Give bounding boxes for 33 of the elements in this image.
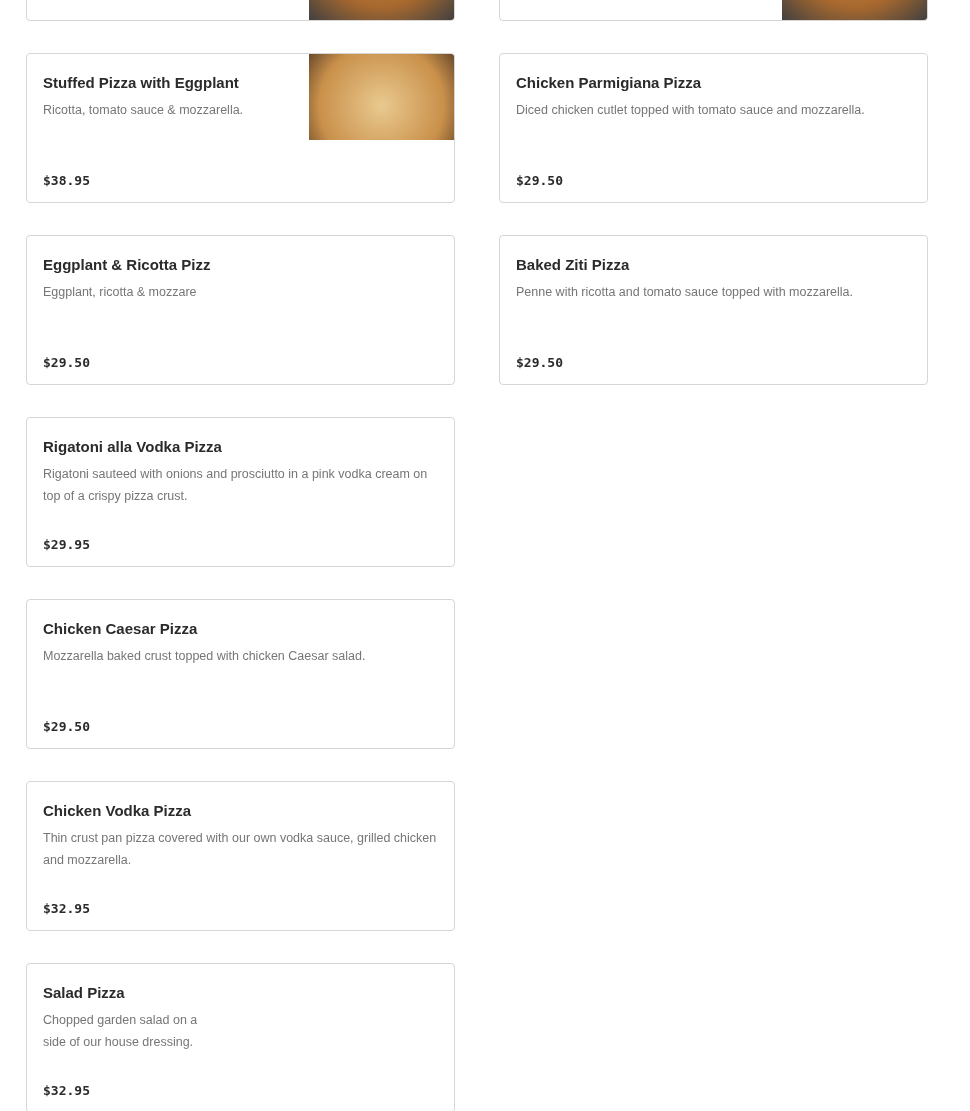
item-description: Diced chicken cutlet topped with tomato sauce and mozzarella. bbox=[516, 102, 866, 119]
item-name: Chicken Caesar Pizza bbox=[43, 619, 199, 639]
item-price: $29.50 bbox=[43, 719, 91, 734]
item-description: Penne with ricotta and tomato sauce topped with mozzarella. bbox=[516, 284, 854, 301]
item-description: side of our house dressing. bbox=[43, 1034, 195, 1051]
item-price: $29.50 bbox=[516, 173, 564, 188]
item-name: Rigatoni alla Vodka Pizza bbox=[43, 437, 223, 457]
item-description: Thin crust pan pizza covered with our own vodka sauce, grilled chicken and mozzarella. bbox=[43, 830, 438, 869]
item-price: $29.50 bbox=[516, 355, 564, 370]
menu-item-card[interactable]: Stuffed Pizza with Eggplant Ricotta, tomato sauce & mozzarella. $38.95 bbox=[26, 53, 455, 203]
menu-item-card[interactable]: Eggplant & Ricotta Pizz Eggplant, ricotta & mozzare $29.50 bbox=[26, 235, 455, 385]
menu-item-card[interactable]: Chicken Vodka Pizza Thin crust pan pizza covered with our own vodka sauce, grilled chicken and mozzarella. $32.95 bbox=[26, 781, 455, 931]
item-name: Stuffed Pizza with Eggplant bbox=[43, 73, 240, 93]
item-name: Salad Pizza bbox=[43, 983, 126, 1003]
menu-item-card[interactable]: Baked Ziti Pizza Penne with ricotta and tomato sauce topped with mozzarella. $29.50 bbox=[499, 235, 928, 385]
item-name: Baked Ziti Pizza bbox=[516, 255, 631, 275]
item-description: Mozzarella baked crust topped with chicken Caesar salad. bbox=[43, 648, 367, 665]
menu-item-card[interactable]: Chicken Caesar Pizza Mozzarella baked crust topped with chicken Caesar salad. $29.50 bbox=[26, 599, 455, 749]
item-name: Chicken Vodka Pizza bbox=[43, 801, 193, 821]
menu-item-card[interactable]: Rigatoni alla Vodka Pizza Rigatoni sauteed with onions and prosciutto in a pink vodka cream on top of a crispy pizza crust. $29.95 bbox=[26, 417, 455, 567]
item-price: $29.50 bbox=[43, 355, 91, 370]
item-price: $32.95 bbox=[43, 901, 91, 916]
item-price: $38.95 bbox=[43, 173, 91, 188]
item-description: Chopped garden salad on a bbox=[43, 1012, 199, 1029]
item-description: Ricotta, tomato sauce & mozzarella. bbox=[43, 102, 245, 119]
item-description: Rigatoni sauteed with onions and prosciutto in a pink vodka cream on top of a crispy pizza crust. bbox=[43, 466, 429, 505]
item-name: Eggplant & Ricotta Pizz bbox=[43, 255, 212, 275]
item-price: $29.95 bbox=[43, 537, 91, 552]
menu-item-card[interactable]: Salad Pizza Chopped garden salad on a side of our house dressing. $32.95 bbox=[26, 963, 455, 1111]
item-name: Chicken Parmigiana Pizza bbox=[516, 73, 703, 93]
menu-item-card[interactable]: Chicken Parmigiana Pizza Diced chicken cutlet topped with tomato sauce and mozzarella. $29.50 bbox=[499, 53, 928, 203]
item-description: Eggplant, ricotta & mozzare bbox=[43, 284, 198, 301]
item-price: $32.95 bbox=[43, 1083, 91, 1098]
